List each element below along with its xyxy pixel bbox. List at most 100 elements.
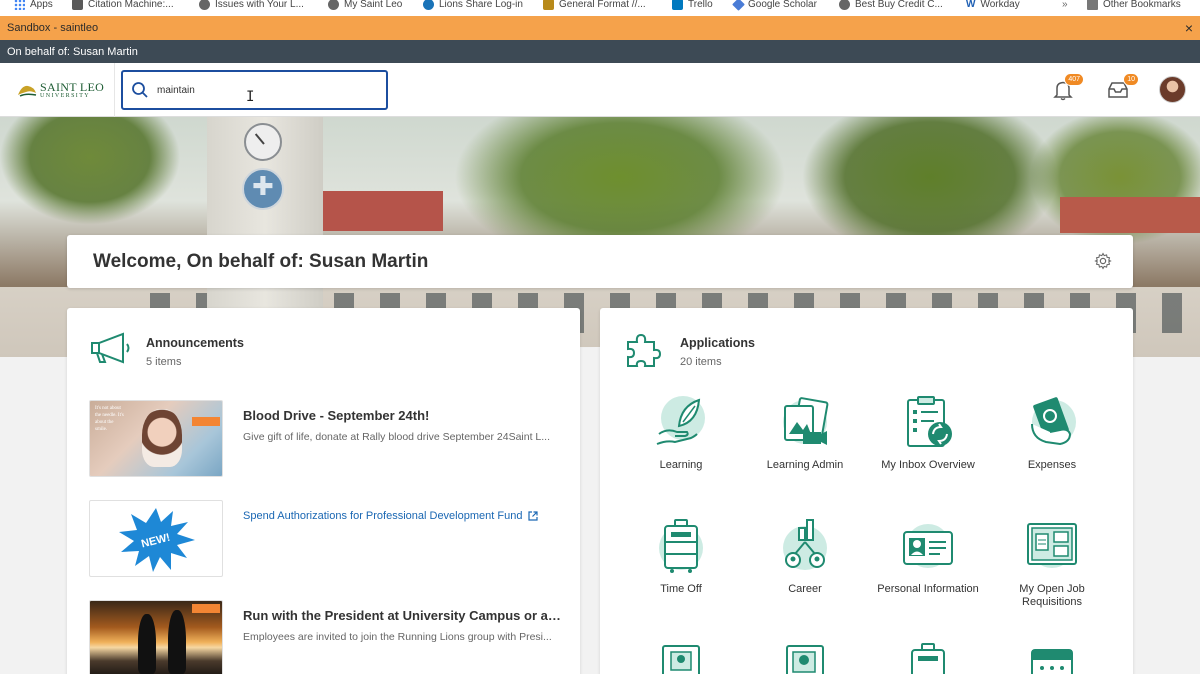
bookmark-google-scholar[interactable]: Google Scholar [732,0,817,11]
citation-machine-icon [72,0,83,10]
search-input[interactable] [157,84,357,96]
app-expenses[interactable]: Expenses [997,394,1107,472]
trello-icon [672,0,683,10]
globe-icon [199,0,210,10]
announcement-link[interactable]: Spend Authorizations for Professional De… [243,510,563,522]
welcome-card: Welcome, On behalf of: Susan Martin [67,235,1133,288]
sandbox-banner: Sandbox - saintleo × [0,16,1200,40]
announcement-thumbnail[interactable]: NEW! [89,500,223,577]
announcement-item[interactable]: It's not about the needle. It's about th… [89,400,563,477]
app-learning[interactable]: Learning [626,394,736,472]
puzzle-piece-icon [627,333,662,367]
bookmark-best-buy[interactable]: Best Buy Credit C... [839,0,943,10]
bookmark-general-format[interactable]: General Format //... [543,0,646,10]
app-personal-information[interactable]: Personal Information [873,518,983,596]
lions-share-icon [423,0,434,10]
app-learning-admin[interactable]: Learning Admin [750,394,860,472]
proxy-label: On behalf of: Susan Martin [7,45,138,58]
app-tile[interactable] [626,642,736,674]
megaphone-icon [91,332,130,364]
learning-admin-icon [783,397,829,445]
notifications-button[interactable]: 407 [1050,73,1084,103]
notifications-badge: 407 [1064,73,1084,86]
globe-icon [328,0,339,10]
announcement-description: Employees are invited to join the Runnin… [243,631,552,643]
workday-icon: W [966,0,976,10]
bookmark-my-saint-leo[interactable]: My Saint Leo [328,0,402,10]
new-splash-icon: NEW! [119,507,195,572]
clock-icon [244,123,282,161]
saint-leo-logo[interactable]: SAINT LEO UNIVERSITY [16,81,104,99]
expenses-icon [1031,397,1076,446]
career-icon [783,519,827,570]
app-label: Personal Information [877,583,979,595]
close-icon[interactable]: × [1185,20,1193,36]
suitcase-icon [911,643,945,674]
google-scholar-icon [732,0,745,11]
cross-medallion-icon [242,168,284,210]
app-tile[interactable] [873,642,983,674]
app-header: SAINT LEO UNIVERSITY 407 10 [0,63,1200,117]
bookmark-workday[interactable]: W Workday [966,0,1020,10]
avatar[interactable] [1159,76,1186,103]
app-label: Career [788,583,822,595]
profile-search-icon [786,645,824,674]
apps-grid-icon [14,0,25,10]
item-count: 5 items [146,356,182,368]
bookmark-issues[interactable]: Issues with Your L... [199,0,304,10]
announcement-thumbnail[interactable] [89,600,223,674]
sandbox-label: Sandbox - saintleo [7,22,99,34]
app-label: Expenses [1027,459,1077,471]
app-label: My Inbox Overview [881,459,975,471]
page-title: Welcome, On behalf of: Susan Martin [93,250,429,272]
learning-icon [656,396,705,445]
applications-panel: Applications 20 items Learning Learning … [600,308,1133,674]
text-cursor-icon: I [246,89,255,105]
app-label: My Open Job Requisitions [1019,583,1085,608]
proxy-banner: On behalf of: Susan Martin [0,40,1200,63]
inbox-badge: 10 [1123,73,1139,86]
announcement-description: Give gift of life, donate at Rally blood… [243,431,551,443]
calendar-icon [1031,649,1073,674]
bookmarks-overflow-button[interactable]: » [1062,0,1068,10]
bookmark-other[interactable]: Other Bookmarks [1087,0,1181,10]
app-time-off[interactable]: Time Off [626,518,736,596]
bookmark-lions-share[interactable]: Lions Share Log-in [423,0,523,10]
announcement-thumbnail[interactable]: It's not about the needle. It's about th… [89,400,223,477]
folder-icon [1087,0,1098,10]
panel-title[interactable]: Applications [680,336,755,350]
globe-icon [839,0,850,10]
bookmark-citation-machine[interactable]: Citation Machine:... [72,0,174,10]
announcements-panel: Announcements 5 items It's not about the… [67,308,580,674]
app-my-inbox-overview[interactable]: My Inbox Overview [873,394,983,472]
announcement-item[interactable]: NEW! Spend Authorizations for Profession… [89,500,563,577]
time-off-icon [659,519,703,573]
profile-document-icon [662,645,700,674]
app-label: Learning [659,459,703,471]
panel-title[interactable]: Announcements [146,336,244,350]
app-career[interactable]: Career [750,518,860,596]
search-box[interactable] [121,70,388,110]
logo-line-1: SAINT LEO [40,80,105,94]
inbox-overview-icon [907,396,952,447]
search-icon [132,82,148,98]
app-tile[interactable] [750,642,860,674]
external-link-icon [528,511,539,521]
app-tile[interactable] [997,642,1107,674]
job-requisitions-icon [1027,523,1077,568]
announcement-title[interactable]: Blood Drive - September 24th! [243,408,563,423]
app-label: Learning Admin [766,459,844,471]
purdue-owl-icon [543,0,554,10]
inbox-button[interactable]: 10 [1105,73,1139,103]
bookmark-apps[interactable]: Apps [14,0,53,10]
gear-icon[interactable] [1094,252,1112,270]
announcement-item[interactable]: Run with the President at University Cam… [89,600,563,674]
personal-information-icon [903,524,953,568]
divider [114,63,115,117]
app-label: Time Off [660,583,702,595]
bookmark-trello[interactable]: Trello [672,0,713,10]
bookmarks-bar: Apps Citation Machine:... Issues with Yo… [0,0,1200,16]
app-my-open-job-requisitions[interactable]: My Open Job Requisitions [997,518,1107,609]
lion-crest-icon [18,85,37,97]
announcement-title[interactable]: Run with the President at University Cam… [243,608,563,623]
